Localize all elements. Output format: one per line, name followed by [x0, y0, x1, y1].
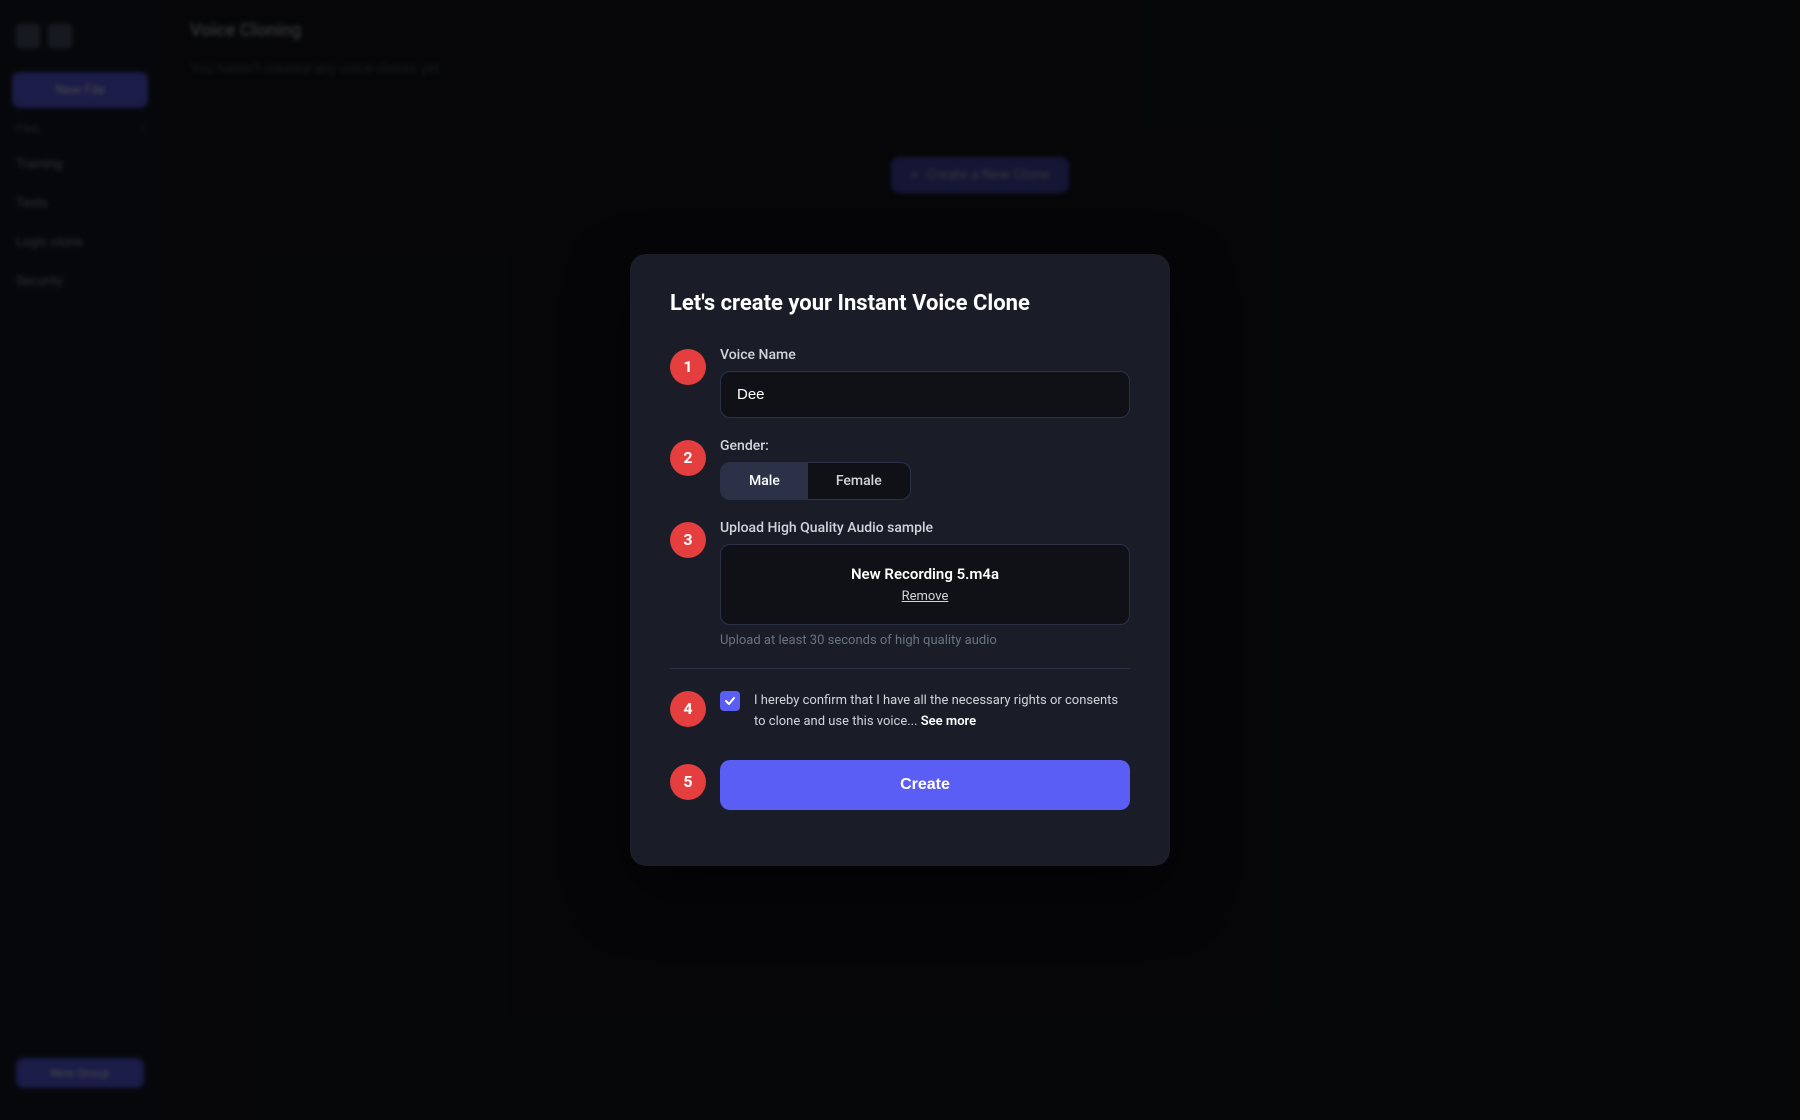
audio-remove-link[interactable]: Remove — [741, 589, 1109, 604]
step4-badge: 4 — [670, 691, 706, 727]
gender-male-option[interactable]: Male — [721, 463, 808, 499]
gender-label: Gender: — [720, 438, 1130, 454]
audio-filename: New Recording 5.m4a — [741, 565, 1109, 583]
step5-row: 5 Create — [670, 752, 1130, 810]
voice-name-label: Voice Name — [720, 347, 1130, 363]
step3-content: Upload High Quality Audio sample New Rec… — [720, 520, 1130, 648]
consent-text: I hereby confirm that I have all the nec… — [754, 693, 1118, 730]
checkmark-icon — [724, 695, 736, 707]
consent-checkbox[interactable] — [720, 691, 740, 711]
step1-badge: 1 — [670, 349, 706, 385]
step5-content: Create — [720, 752, 1130, 810]
step2-badge: 2 — [670, 440, 706, 476]
step1-content: Voice Name — [720, 347, 1130, 418]
audio-upload-label: Upload High Quality Audio sample — [720, 520, 1130, 536]
voice-name-input[interactable] — [720, 371, 1130, 418]
see-more-link[interactable]: See more — [921, 714, 976, 729]
step3-badge: 3 — [670, 522, 706, 558]
gender-female-option[interactable]: Female — [808, 463, 910, 499]
step4-row: 4 I hereby confirm that I have all the n… — [670, 689, 1130, 732]
step2-row: 2 Gender: Male Female — [670, 438, 1130, 500]
modal-title: Let's create your Instant Voice Clone — [670, 290, 1130, 319]
modal-divider — [670, 668, 1130, 669]
voice-clone-modal: Let's create your Instant Voice Clone 1 … — [630, 254, 1170, 866]
modal-overlay: Let's create your Instant Voice Clone 1 … — [0, 0, 1800, 1120]
upload-hint: Upload at least 30 seconds of high quali… — [720, 633, 1130, 648]
gender-toggle[interactable]: Male Female — [720, 462, 911, 500]
step3-row: 3 Upload High Quality Audio sample New R… — [670, 520, 1130, 648]
create-button[interactable]: Create — [720, 760, 1130, 810]
audio-upload-box[interactable]: New Recording 5.m4a Remove — [720, 544, 1130, 625]
step1-row: 1 Voice Name — [670, 347, 1130, 418]
consent-content: I hereby confirm that I have all the nec… — [754, 689, 1130, 732]
step5-badge: 5 — [670, 764, 706, 800]
step2-content: Gender: Male Female — [720, 438, 1130, 500]
